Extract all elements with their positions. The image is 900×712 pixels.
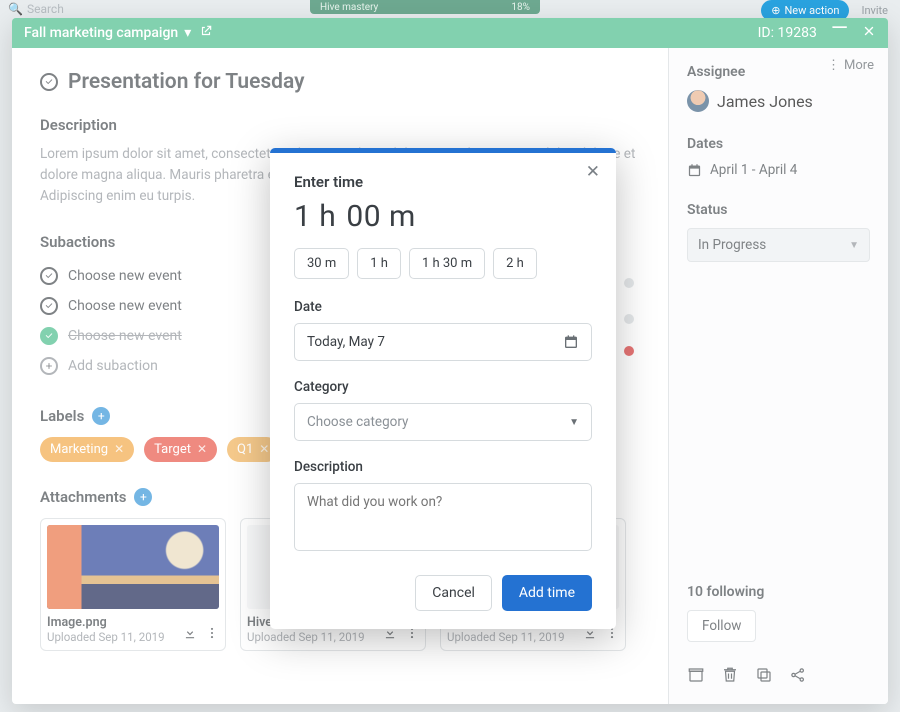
- kebab-icon: ⋮: [827, 58, 840, 73]
- description-heading: Description: [40, 116, 640, 134]
- task-title: Presentation for Tuesday: [68, 70, 305, 94]
- time-minutes: 00 m: [346, 199, 415, 234]
- cancel-button[interactable]: Cancel: [415, 575, 492, 611]
- project-dropdown[interactable]: Fall marketing campaign ▾: [24, 25, 191, 41]
- plus-icon: [40, 357, 58, 375]
- label-chip[interactable]: Marketing ✕: [40, 437, 134, 462]
- time-preset[interactable]: 1 h: [357, 248, 401, 279]
- close-modal-icon[interactable]: ✕: [586, 162, 600, 182]
- dates-row[interactable]: April 1 - April 4: [687, 162, 870, 178]
- new-action-label: New action: [784, 4, 839, 17]
- dates-heading: Dates: [687, 136, 870, 152]
- label-chip[interactable]: Target ✕: [144, 437, 217, 462]
- invite-button[interactable]: Invite: [855, 2, 894, 19]
- chevron-down-icon: ▼: [849, 240, 859, 251]
- category-select[interactable]: Choose category ▼: [294, 403, 592, 441]
- time-display: 1 h 00 m: [294, 199, 592, 234]
- peek-dot: [624, 314, 634, 324]
- copy-icon[interactable]: [755, 666, 773, 688]
- avatar: [687, 90, 709, 112]
- attachment-date: Uploaded Sep 11, 2019: [47, 630, 165, 644]
- add-subaction-placeholder: Add subaction: [68, 358, 158, 374]
- assignee-name: James Jones: [717, 92, 813, 111]
- status-heading: Status: [687, 202, 870, 218]
- window-header: Fall marketing campaign ▾ ID: 19283 —: [12, 18, 888, 48]
- peek-dot: [624, 346, 634, 356]
- more-label: More: [844, 58, 874, 73]
- time-preset[interactable]: 2 h: [493, 248, 537, 279]
- check-icon[interactable]: [40, 267, 58, 285]
- label-text: Marketing: [50, 442, 108, 457]
- date-label: Date: [294, 299, 592, 315]
- modal-title: Enter time: [294, 173, 592, 191]
- attachments-heading: Attachments: [40, 488, 126, 506]
- add-attachment-button[interactable]: +: [134, 488, 152, 506]
- add-time-button[interactable]: Add time: [502, 575, 592, 611]
- window-id: ID: 19283: [758, 25, 817, 41]
- mastery-percent: 18%: [511, 2, 530, 13]
- task-complete-toggle[interactable]: [40, 73, 58, 91]
- date-value: Today, May 7: [307, 334, 385, 350]
- mastery-label: Hive mastery: [320, 2, 378, 13]
- project-name: Fall marketing campaign: [24, 25, 178, 41]
- remove-label-icon[interactable]: ✕: [114, 442, 124, 456]
- trash-icon[interactable]: [721, 666, 739, 688]
- category-label: Category: [294, 379, 592, 395]
- check-icon[interactable]: [40, 297, 58, 315]
- dates-value: April 1 - April 4: [710, 162, 797, 178]
- search-icon: 🔍: [8, 2, 23, 16]
- labels-heading: Labels: [40, 407, 84, 425]
- check-icon[interactable]: [40, 327, 58, 345]
- hive-mastery-banner: Hive mastery 18%: [310, 0, 540, 14]
- download-icon[interactable]: [183, 625, 197, 644]
- attachment-card[interactable]: Image.png Uploaded Sep 11, 2019: [40, 518, 226, 651]
- chevron-down-icon: ▼: [569, 417, 579, 428]
- calendar-icon: [563, 334, 579, 350]
- remove-label-icon[interactable]: ✕: [197, 442, 207, 456]
- open-external-icon[interactable]: [199, 24, 213, 42]
- label-text: Q1: [237, 442, 253, 457]
- subaction-text: Choose new event: [68, 268, 182, 284]
- description-textarea[interactable]: [294, 483, 592, 551]
- calendar-icon: [687, 163, 702, 178]
- more-icon[interactable]: [205, 625, 219, 644]
- subaction-text: Choose new event: [68, 328, 182, 344]
- attachment-thumbnail: [47, 525, 219, 609]
- peek-dot: [624, 278, 634, 288]
- share-icon[interactable]: [789, 666, 807, 688]
- description-label: Description: [294, 459, 592, 475]
- subaction-text: Choose new event: [68, 298, 182, 314]
- attachment-date: Uploaded Sep 11, 2019: [447, 630, 565, 644]
- following-count: 10 following: [687, 584, 870, 600]
- status-select[interactable]: In Progress ▼: [687, 228, 870, 262]
- search-placeholder: Search: [27, 2, 64, 16]
- close-window-icon[interactable]: [862, 24, 876, 42]
- sidebar-panel: ⋮ More Assignee James Jones Dates April …: [668, 48, 888, 704]
- attachment-name: Image.png: [47, 615, 165, 630]
- add-label-button[interactable]: +: [92, 407, 110, 425]
- minimize-icon[interactable]: —: [831, 24, 848, 34]
- remove-label-icon[interactable]: ✕: [259, 442, 269, 456]
- follow-button[interactable]: Follow: [687, 610, 756, 642]
- label-text: Target: [154, 442, 191, 457]
- assignee-row[interactable]: James Jones: [687, 90, 870, 112]
- time-preset[interactable]: 30 m: [294, 248, 349, 279]
- date-input[interactable]: Today, May 7: [294, 323, 592, 361]
- plus-icon: ⊕: [771, 4, 780, 17]
- more-menu[interactable]: ⋮ More: [827, 58, 874, 73]
- time-preset[interactable]: 1 h 30 m: [409, 248, 485, 279]
- category-placeholder: Choose category: [307, 414, 408, 430]
- status-value: In Progress: [698, 237, 766, 253]
- archive-icon[interactable]: [687, 666, 705, 688]
- enter-time-modal: ✕ Enter time 1 h 00 m 30 m 1 h 1 h 30 m 2…: [270, 148, 616, 629]
- time-hours: 1 h: [294, 199, 336, 234]
- attachment-date: Uploaded Sep 11, 2019: [247, 630, 365, 644]
- chevron-down-icon: ▾: [184, 25, 191, 41]
